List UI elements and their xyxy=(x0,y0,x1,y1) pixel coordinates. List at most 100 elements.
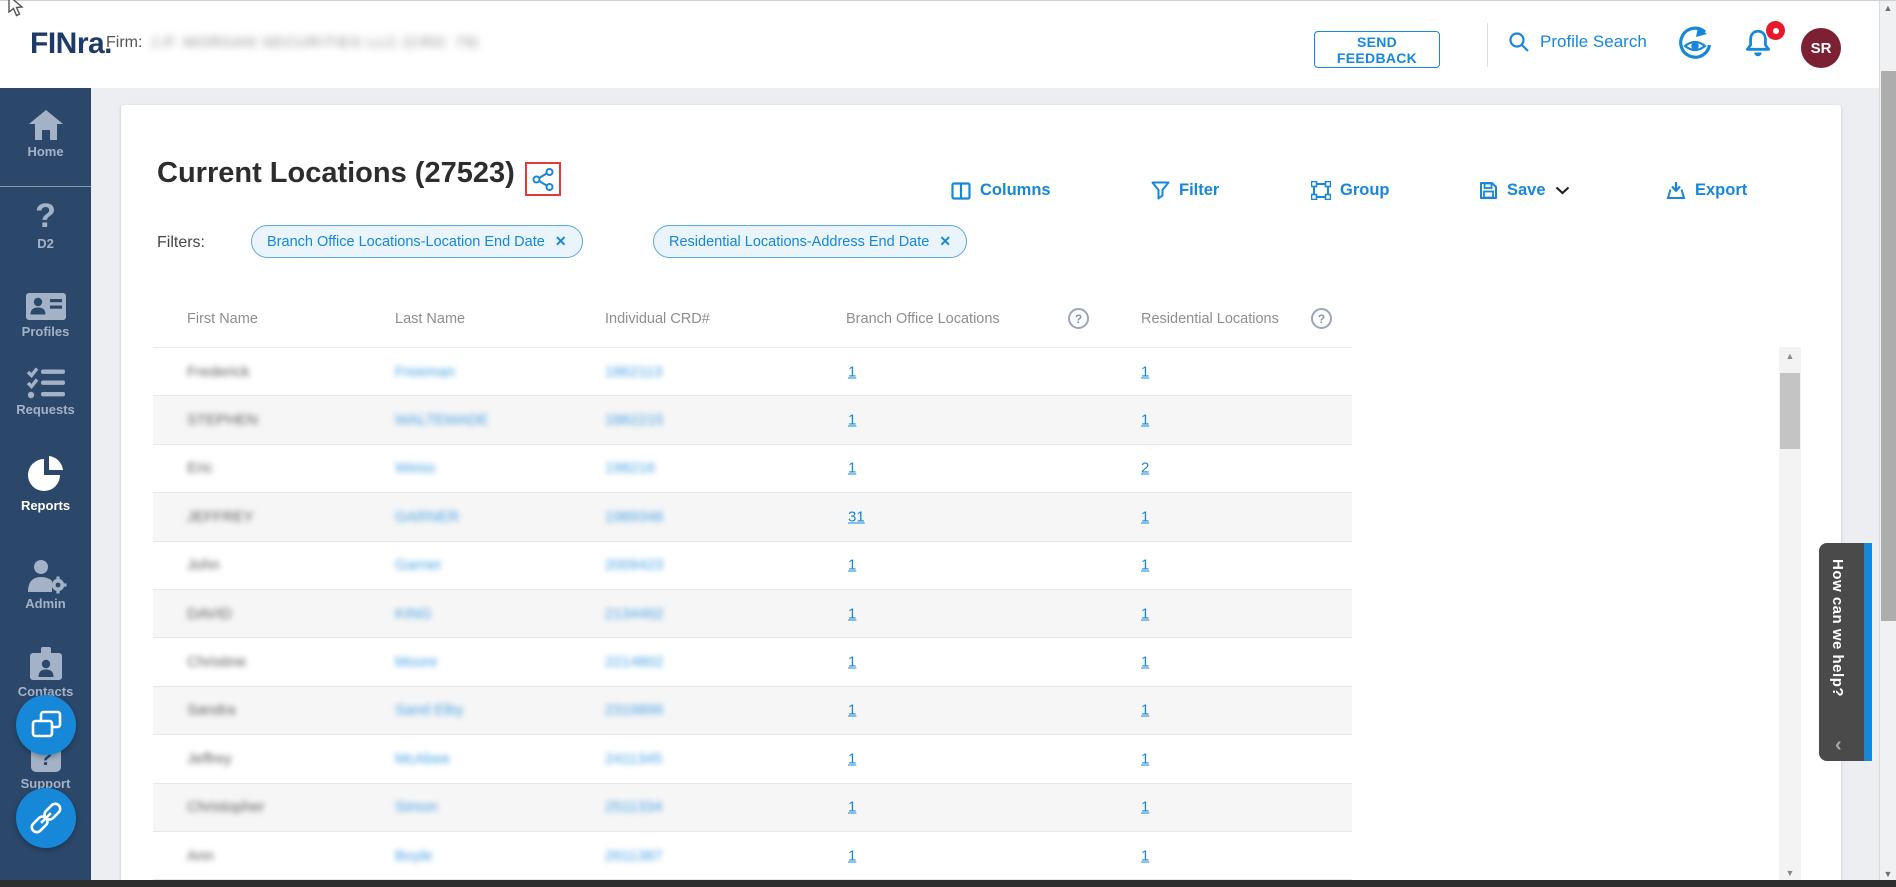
branch-locations-link[interactable]: 1 xyxy=(848,847,856,864)
profile-search-button[interactable]: Profile Search xyxy=(1508,31,1647,53)
scroll-up-icon[interactable]: ▲ xyxy=(1880,3,1896,13)
mouse-cursor xyxy=(6,0,24,23)
cell-last-name-link[interactable]: KING xyxy=(395,605,432,622)
cell-last-name-link[interactable]: Weiss xyxy=(395,460,436,477)
column-header-crd[interactable]: Individual CRD# xyxy=(605,311,710,327)
cell-crd-link[interactable]: 2611387 xyxy=(605,847,662,864)
residential-locations-link[interactable]: 1 xyxy=(1141,508,1149,525)
branch-locations-link[interactable]: 1 xyxy=(848,605,856,622)
table-row: Eric Weiss 198216 1 2 xyxy=(153,445,1352,493)
cell-crd-link[interactable]: 1862215 xyxy=(605,412,663,429)
cell-crd-link[interactable]: 1862113 xyxy=(605,363,662,380)
sidebar-item-admin[interactable]: Admin xyxy=(0,558,91,611)
branch-locations-link[interactable]: 1 xyxy=(848,412,856,429)
save-button[interactable]: Save xyxy=(1479,181,1570,200)
scroll-down-icon[interactable]: ▼ xyxy=(1880,869,1896,879)
table-row: John Garner 2009423 1 1 xyxy=(153,542,1352,590)
link-fab-button[interactable] xyxy=(16,788,76,848)
branch-locations-link[interactable]: 1 xyxy=(848,799,856,816)
cell-last-name-link[interactable]: Moore xyxy=(395,654,438,671)
cell-crd-link[interactable]: 2009423 xyxy=(605,557,663,574)
link-icon xyxy=(27,799,65,837)
column-header-last-name[interactable]: Last Name xyxy=(395,311,465,327)
cell-last-name-link[interactable]: McAbee xyxy=(395,750,450,767)
cell-first-name: Eric xyxy=(187,460,213,477)
residential-locations-link[interactable]: 1 xyxy=(1141,750,1149,767)
columns-button[interactable]: Columns xyxy=(951,181,1051,200)
cell-last-name-link[interactable]: WALTEMADE xyxy=(395,412,488,429)
table-scrollbar[interactable]: ▲ ▼ xyxy=(1779,347,1801,882)
branch-locations-link[interactable]: 1 xyxy=(848,702,856,719)
filter-chip-branch-office[interactable]: Branch Office Locations-Location End Dat… xyxy=(251,225,583,258)
cell-crd-link[interactable]: 2411345 xyxy=(605,750,662,767)
cell-crd-link[interactable]: 1989346 xyxy=(605,508,663,525)
remove-filter-icon[interactable]: ✕ xyxy=(939,233,951,250)
cell-crd-link[interactable]: 2319896 xyxy=(605,702,663,719)
help-icon[interactable]: ? xyxy=(1311,308,1332,329)
residential-locations-link[interactable]: 1 xyxy=(1141,412,1149,429)
notifications-button[interactable] xyxy=(1742,27,1778,63)
cell-crd-link[interactable]: 2134462 xyxy=(605,605,663,622)
residential-locations-link[interactable]: 1 xyxy=(1141,702,1149,719)
send-feedback-button[interactable]: SEND FEEDBACK xyxy=(1314,31,1440,68)
column-header-residential[interactable]: Residential Locations xyxy=(1141,311,1279,327)
group-button[interactable]: Group xyxy=(1311,181,1390,200)
user-gear-icon xyxy=(25,558,67,594)
remove-filter-icon[interactable]: ✕ xyxy=(555,233,567,250)
sidebar-item-profiles[interactable]: Profiles xyxy=(0,290,91,339)
sidebar-item-d2[interactable]: ? D2 xyxy=(0,198,91,251)
residential-locations-link[interactable]: 1 xyxy=(1141,847,1149,864)
residential-locations-link[interactable]: 2 xyxy=(1141,460,1149,477)
filter-chip-residential[interactable]: Residential Locations-Address End Date ✕ xyxy=(653,225,967,258)
table-row: Sandra Sand Elby 2319896 1 1 xyxy=(153,687,1352,735)
sidebar-item-home[interactable]: Home xyxy=(0,108,91,159)
table-scrollbar-thumb[interactable] xyxy=(1780,373,1800,449)
multi-window-fab-button[interactable] xyxy=(16,695,76,755)
export-button[interactable]: Export xyxy=(1666,181,1747,200)
sidebar-item-label: Requests xyxy=(0,402,91,417)
cell-last-name-link[interactable]: Freeman xyxy=(395,363,455,380)
columns-icon xyxy=(951,182,971,200)
help-tab[interactable]: How can we help? ‹ xyxy=(1819,543,1872,761)
cell-last-name-link[interactable]: Garner xyxy=(395,557,442,574)
window-scrollbar[interactable]: ▲ ▼ xyxy=(1879,1,1896,887)
scroll-down-icon[interactable]: ▼ xyxy=(1779,868,1801,878)
recently-viewed-button[interactable] xyxy=(1675,25,1715,65)
cell-crd-link[interactable]: 198216 xyxy=(605,460,655,477)
help-tab-stripe xyxy=(1864,543,1872,761)
column-header-first-name[interactable]: First Name xyxy=(187,311,258,327)
branch-locations-link[interactable]: 31 xyxy=(848,508,865,525)
cell-last-name-link[interactable]: Sand Elby xyxy=(395,702,463,719)
residential-locations-link[interactable]: 1 xyxy=(1141,605,1149,622)
branch-locations-link[interactable]: 1 xyxy=(848,460,856,477)
cell-crd-link[interactable]: 2214802 xyxy=(605,654,663,671)
column-header-branch-office[interactable]: Branch Office Locations xyxy=(846,311,1000,327)
cell-last-name-link[interactable]: Simon xyxy=(395,799,438,816)
scroll-up-icon[interactable]: ▲ xyxy=(1779,351,1801,361)
share-button-highlighted[interactable] xyxy=(525,162,561,196)
help-icon[interactable]: ? xyxy=(1068,308,1089,329)
branch-locations-link[interactable]: 1 xyxy=(848,750,856,767)
user-avatar[interactable]: SR xyxy=(1801,28,1841,68)
branch-locations-link[interactable]: 1 xyxy=(848,363,856,380)
branch-locations-link[interactable]: 1 xyxy=(848,557,856,574)
residential-locations-link[interactable]: 1 xyxy=(1141,557,1149,574)
pie-chart-icon xyxy=(25,454,67,496)
cell-last-name-link[interactable]: GARNER xyxy=(395,508,459,525)
filter-button[interactable]: Filter xyxy=(1151,181,1219,200)
sidebar-item-contacts[interactable]: Contacts xyxy=(0,646,91,699)
checklist-icon xyxy=(26,366,66,400)
sidebar-item-requests[interactable]: Requests xyxy=(0,366,91,417)
notification-badge xyxy=(1766,21,1785,40)
table-row: DAVID KING 2134462 1 1 xyxy=(153,590,1352,638)
branch-locations-link[interactable]: 1 xyxy=(848,654,856,671)
window-scrollbar-thumb[interactable] xyxy=(1881,71,1896,621)
table-header: First Name Last Name Individual CRD# Bra… xyxy=(153,297,1352,347)
cell-last-name-link[interactable]: Boyle xyxy=(395,847,433,864)
cell-crd-link[interactable]: 2511334 xyxy=(605,799,662,816)
cell-first-name: Sandra xyxy=(187,702,235,719)
residential-locations-link[interactable]: 1 xyxy=(1141,654,1149,671)
residential-locations-link[interactable]: 1 xyxy=(1141,799,1149,816)
residential-locations-link[interactable]: 1 xyxy=(1141,363,1149,380)
sidebar-item-reports[interactable]: Reports xyxy=(0,454,91,513)
